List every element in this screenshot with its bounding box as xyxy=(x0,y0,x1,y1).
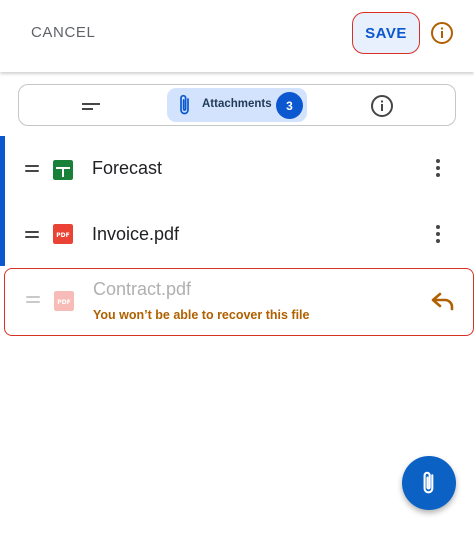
file-name: Invoice.pdf xyxy=(92,224,180,244)
deleted-list-item[interactable]: PDF Contract.pdf You won’t be able to re… xyxy=(4,268,474,336)
info-tab-icon[interactable] xyxy=(370,94,394,118)
undo-icon[interactable] xyxy=(430,291,456,313)
drag-handle-icon[interactable] xyxy=(25,165,39,173)
svg-text:PDF: PDF xyxy=(56,232,69,239)
add-attachment-button[interactable] xyxy=(402,456,456,510)
delete-warning: You won’t be able to recover this file xyxy=(93,308,310,322)
svg-text:PDF: PDF xyxy=(57,299,70,306)
short-text-icon[interactable] xyxy=(79,94,103,118)
pdf-icon: PDF xyxy=(53,224,73,244)
paperclip-icon xyxy=(180,94,189,115)
attachments-count-badge: 3 xyxy=(276,92,303,119)
list-item[interactable]: PDF Invoice.pdf xyxy=(0,202,474,266)
pdf-icon: PDF xyxy=(54,291,74,311)
tab-attachments-label: Attachments xyxy=(202,98,272,110)
more-vert-icon[interactable] xyxy=(428,156,448,180)
cancel-button[interactable]: CANCEL xyxy=(31,24,95,41)
top-app-bar: CANCEL SAVE xyxy=(0,0,474,72)
info-icon[interactable] xyxy=(430,21,454,45)
drag-handle-icon[interactable] xyxy=(25,231,39,239)
more-vert-icon[interactable] xyxy=(428,222,448,246)
list-item[interactable]: Forecast xyxy=(0,136,474,200)
file-name: Forecast xyxy=(92,158,163,178)
file-name: Contract.pdf xyxy=(93,279,192,299)
view-tabs: Attachments 3 xyxy=(18,84,456,126)
sheet-icon xyxy=(53,160,73,180)
save-button[interactable]: SAVE xyxy=(352,12,420,54)
tab-attachments[interactable]: Attachments 3 xyxy=(167,88,307,122)
paperclip-icon xyxy=(423,471,434,494)
drag-handle-icon xyxy=(26,296,40,304)
